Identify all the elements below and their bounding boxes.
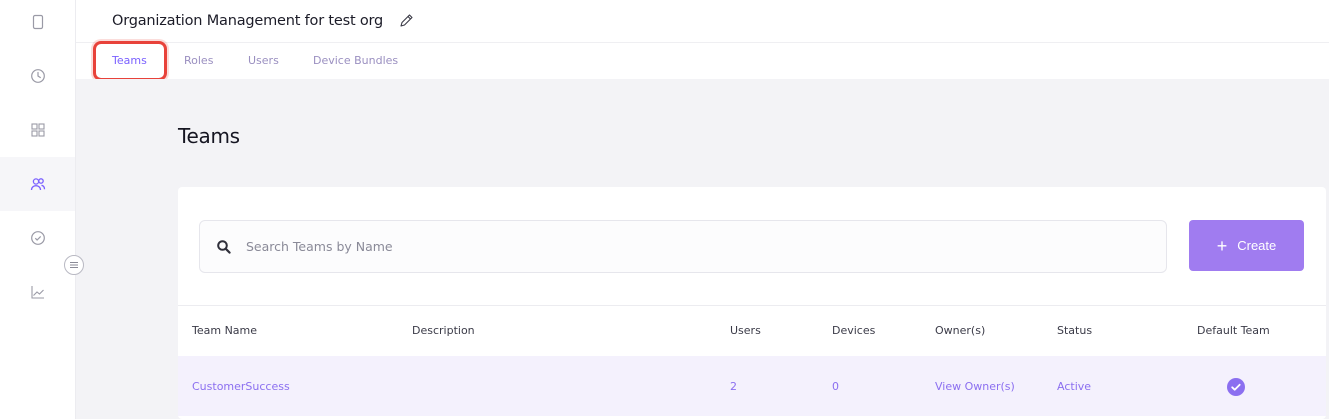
sidebar-item-history[interactable] (0, 49, 75, 103)
plus-icon: + (1216, 235, 1228, 256)
table-header: Team Name Description Users Devices Owne… (178, 305, 1326, 356)
column-team-name[interactable]: Team Name (192, 324, 257, 337)
sidebar (0, 0, 76, 419)
main-content: Teams + Create Team Name Description Use… (76, 79, 1329, 419)
default-team-check-icon (1227, 378, 1245, 396)
sidebar-item-dashboard[interactable] (0, 103, 75, 157)
edit-icon[interactable] (397, 12, 415, 30)
search-icon (216, 239, 232, 255)
users-icon (30, 178, 45, 191)
cell-team-name[interactable]: CustomerSuccess (192, 380, 290, 393)
sidebar-item-organization[interactable] (0, 157, 75, 211)
clock-icon (30, 69, 45, 83)
tab-teams[interactable]: Teams (112, 54, 147, 67)
tab-device-bundles[interactable]: Device Bundles (313, 54, 398, 67)
tab-users[interactable]: Users (248, 54, 279, 67)
grid-icon (30, 123, 45, 137)
column-owners[interactable]: Owner(s) (935, 324, 985, 337)
tab-roles[interactable]: Roles (184, 54, 213, 67)
page-header: Organization Management for test org (76, 0, 1329, 43)
menu-lines-icon (70, 262, 78, 268)
sidebar-item-device[interactable] (0, 0, 75, 49)
search-input[interactable] (246, 239, 1146, 254)
create-button-label: Create (1237, 238, 1277, 253)
column-status[interactable]: Status (1057, 324, 1092, 337)
tab-bar: Teams Roles Users Device Bundles (76, 43, 1329, 79)
column-default-team[interactable]: Default Team (1197, 324, 1270, 337)
chart-line-icon (30, 286, 44, 299)
sidebar-collapse-handle[interactable] (64, 255, 84, 275)
cell-devices: 0 (832, 380, 839, 393)
sidebar-item-tests[interactable] (0, 211, 75, 265)
cell-users: 2 (730, 380, 737, 393)
column-devices[interactable]: Devices (832, 324, 875, 337)
device-icon (32, 14, 43, 30)
section-title: Teams (178, 124, 240, 148)
create-button[interactable]: + Create (1189, 220, 1304, 271)
table-row[interactable]: CustomerSuccess 2 0 View Owner(s) Active (178, 356, 1326, 416)
sidebar-item-analytics[interactable] (0, 265, 75, 319)
teams-card: + Create Team Name Description Users Dev… (178, 187, 1326, 419)
search-box (199, 220, 1167, 273)
check-circle-icon (30, 231, 45, 245)
page-title: Organization Management for test org (112, 13, 384, 29)
view-owners-link[interactable]: View Owner(s) (935, 380, 1015, 393)
column-description[interactable]: Description (412, 324, 475, 337)
cell-status: Active (1057, 380, 1092, 393)
column-users[interactable]: Users (730, 324, 761, 337)
